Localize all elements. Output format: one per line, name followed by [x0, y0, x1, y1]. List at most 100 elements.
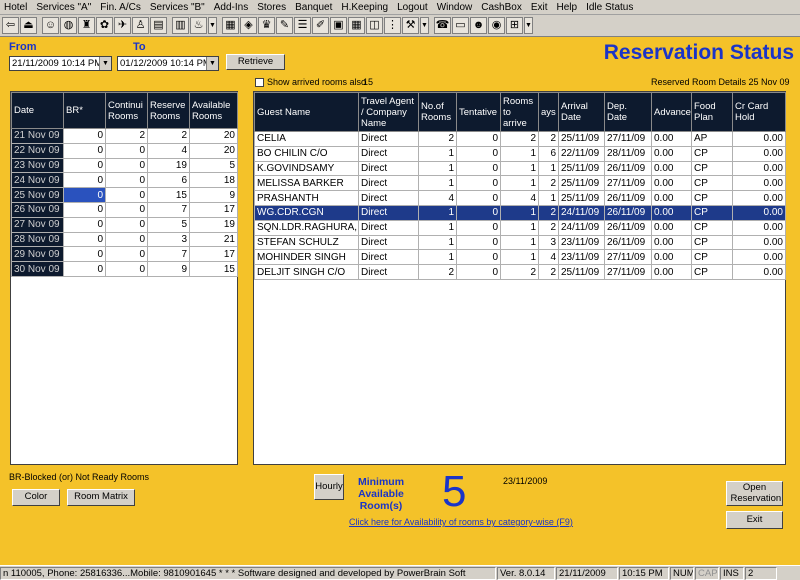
calculator-icon[interactable]: ▣	[330, 17, 347, 34]
reservation-cell[interactable]: MELISSA BARKER	[254, 175, 359, 192]
reservation-cell[interactable]: 0	[456, 249, 501, 266]
reservation-row[interactable]: STEFAN SCHULZ Direct 1 0 1 3 23/11/09 26/11/09 0…	[254, 234, 786, 251]
reservation-cell[interactable]: 0.00	[732, 219, 786, 236]
availability-cell[interactable]: 4	[147, 142, 190, 159]
availability-column-header[interactable]: BR*	[63, 92, 106, 129]
reservation-cell[interactable]: 4	[500, 190, 539, 206]
screen-icon[interactable]: ▭	[452, 17, 469, 34]
availability-grid[interactable]: Date BR* Continui Rooms Reserve Rooms Availa…	[10, 91, 238, 465]
reservation-cell[interactable]: 2	[418, 131, 457, 147]
reservation-cell[interactable]: 1	[418, 204, 457, 221]
availability-cell[interactable]: 0	[105, 201, 148, 218]
reservation-cell[interactable]: 22/11/09	[558, 145, 605, 162]
reservation-cell[interactable]: 25/11/09	[558, 131, 605, 147]
reservation-column-header[interactable]: Dep. Date	[604, 92, 652, 132]
reservation-cell[interactable]: 2	[538, 131, 559, 147]
reservation-cell[interactable]: CP	[691, 190, 733, 206]
availability-row[interactable]: 22 Nov 09 0 0 4 20	[11, 142, 238, 159]
reservation-cell[interactable]: 0	[456, 190, 501, 206]
reports-icon[interactable]: ▤	[150, 17, 167, 34]
exit-button[interactable]: Exit	[726, 511, 783, 529]
availability-cell[interactable]: 0	[63, 128, 106, 144]
reservation-cell[interactable]: 1	[500, 175, 539, 192]
reservation-cell[interactable]: 26/11/09	[604, 234, 652, 251]
reservation-cell[interactable]: Direct	[358, 264, 419, 280]
reservation-cell[interactable]: 0.00	[651, 190, 692, 206]
availability-cell[interactable]: 0	[105, 157, 148, 174]
availability-cell[interactable]: 0	[105, 172, 148, 189]
reservation-cell[interactable]: CP	[691, 264, 733, 280]
availability-cell[interactable]: 9	[147, 261, 190, 277]
reservation-cell[interactable]: 23/11/09	[558, 249, 605, 266]
reservation-cell[interactable]: 25/11/09	[558, 190, 605, 206]
menu-item[interactable]: Services "B"	[150, 2, 205, 13]
reservation-cell[interactable]: 2	[500, 264, 539, 280]
date-cell[interactable]: 29 Nov 09	[11, 246, 64, 263]
reservation-cell[interactable]: Direct	[358, 145, 419, 162]
reservation-cell[interactable]: AP	[691, 131, 733, 147]
tools-icon[interactable]: ⚒	[402, 17, 419, 34]
retrieve-button[interactable]: Retrieve	[226, 54, 285, 70]
reservation-column-header[interactable]: Food Plan	[691, 92, 733, 132]
reservation-row[interactable]: SQN.LDR.RAGHURA, Direct 1 0 1 2 24/11/09 26/11/…	[254, 219, 786, 236]
reservation-cell[interactable]: 0	[456, 219, 501, 236]
reservation-cell[interactable]: Direct	[358, 131, 419, 147]
availability-cell[interactable]: 21	[189, 231, 238, 248]
reservation-cell[interactable]: 28/11/09	[604, 145, 652, 162]
reservation-cell[interactable]: 3	[538, 234, 559, 251]
date-cell[interactable]: 27 Nov 09	[11, 216, 64, 233]
reservation-column-header[interactable]: Rooms to arrive	[500, 92, 539, 132]
reservation-cell[interactable]: Direct	[358, 175, 419, 192]
availability-row[interactable]: 30 Nov 09 0 0 9 15	[11, 261, 238, 277]
reservation-cell[interactable]: 1	[418, 234, 457, 251]
reservation-cell[interactable]: 0.00	[732, 190, 786, 206]
reservation-row[interactable]: CELIA Direct 2 0 2 2 25/11/09 27/11/09 0.00 AP 0.0…	[254, 131, 786, 147]
availability-cell[interactable]: 3	[147, 231, 190, 248]
dropdown-icon[interactable]: ▼	[420, 17, 429, 34]
list-icon[interactable]: ☰	[294, 17, 311, 34]
phone-icon[interactable]: ☎	[434, 17, 451, 34]
reservation-cell[interactable]: STEFAN SCHULZ	[254, 234, 359, 251]
dropdown-icon[interactable]: ▼	[208, 17, 217, 34]
availability-cell[interactable]: 17	[189, 246, 238, 263]
reservation-cell[interactable]: 27/11/09	[604, 131, 652, 147]
reservation-cell[interactable]: 26/11/09	[604, 204, 652, 221]
chart-icon[interactable]: ▥	[172, 17, 189, 34]
reservation-cell[interactable]: 24/11/09	[558, 219, 605, 236]
world-icon[interactable]: ◉	[488, 17, 505, 34]
reservation-cell[interactable]: 0.00	[732, 131, 786, 147]
reservation-cell[interactable]: 2	[538, 264, 559, 280]
reservation-cell[interactable]: 1	[418, 160, 457, 177]
availability-row[interactable]: 24 Nov 09 0 0 6 18	[11, 172, 238, 189]
person-icon[interactable]: ♙	[132, 17, 149, 34]
reservation-cell[interactable]: 0.00	[651, 204, 692, 221]
reservation-cell[interactable]: CP	[691, 249, 733, 266]
availability-cell[interactable]: 0	[63, 142, 106, 159]
availability-cell[interactable]: 0	[105, 261, 148, 277]
reservation-cell[interactable]: Direct	[358, 249, 419, 266]
availability-cell[interactable]: 18	[189, 172, 238, 189]
menu-item[interactable]: Window	[437, 2, 473, 13]
availability-cell[interactable]: 0	[105, 142, 148, 159]
to-dropdown-icon[interactable]: ▼	[206, 57, 218, 70]
reservation-cell[interactable]: 1	[538, 190, 559, 206]
spinner-icon[interactable]: ✿	[96, 17, 113, 34]
reservation-cell[interactable]: 27/11/09	[604, 175, 652, 192]
availability-cell[interactable]: 20	[189, 128, 238, 144]
reservation-cell[interactable]: 25/11/09	[558, 175, 605, 192]
reservation-cell[interactable]: 0	[456, 204, 501, 221]
availability-row[interactable]: 29 Nov 09 0 0 7 17	[11, 246, 238, 263]
menu-item[interactable]: Banquet	[295, 2, 332, 13]
to-date-combo[interactable]: 01/12/2009 10:14 PM ▼	[117, 56, 219, 71]
date-cell[interactable]: 21 Nov 09	[11, 128, 64, 144]
availability-cell[interactable]: 7	[147, 246, 190, 263]
smiley-icon[interactable]: ☺	[42, 17, 59, 34]
reservation-cell[interactable]: 2	[538, 219, 559, 236]
people-icon[interactable]: ☻	[470, 17, 487, 34]
reservation-column-header[interactable]: Advance	[651, 92, 692, 132]
date-cell[interactable]: 23 Nov 09	[11, 157, 64, 174]
reservation-cell[interactable]: 2	[538, 175, 559, 192]
from-dropdown-icon[interactable]: ▼	[99, 57, 111, 70]
availability-cell[interactable]: 2	[105, 128, 148, 144]
reservation-row[interactable]: BO CHILIN C/O Direct 1 0 1 6 22/11/09 28/11/09 0…	[254, 145, 786, 162]
